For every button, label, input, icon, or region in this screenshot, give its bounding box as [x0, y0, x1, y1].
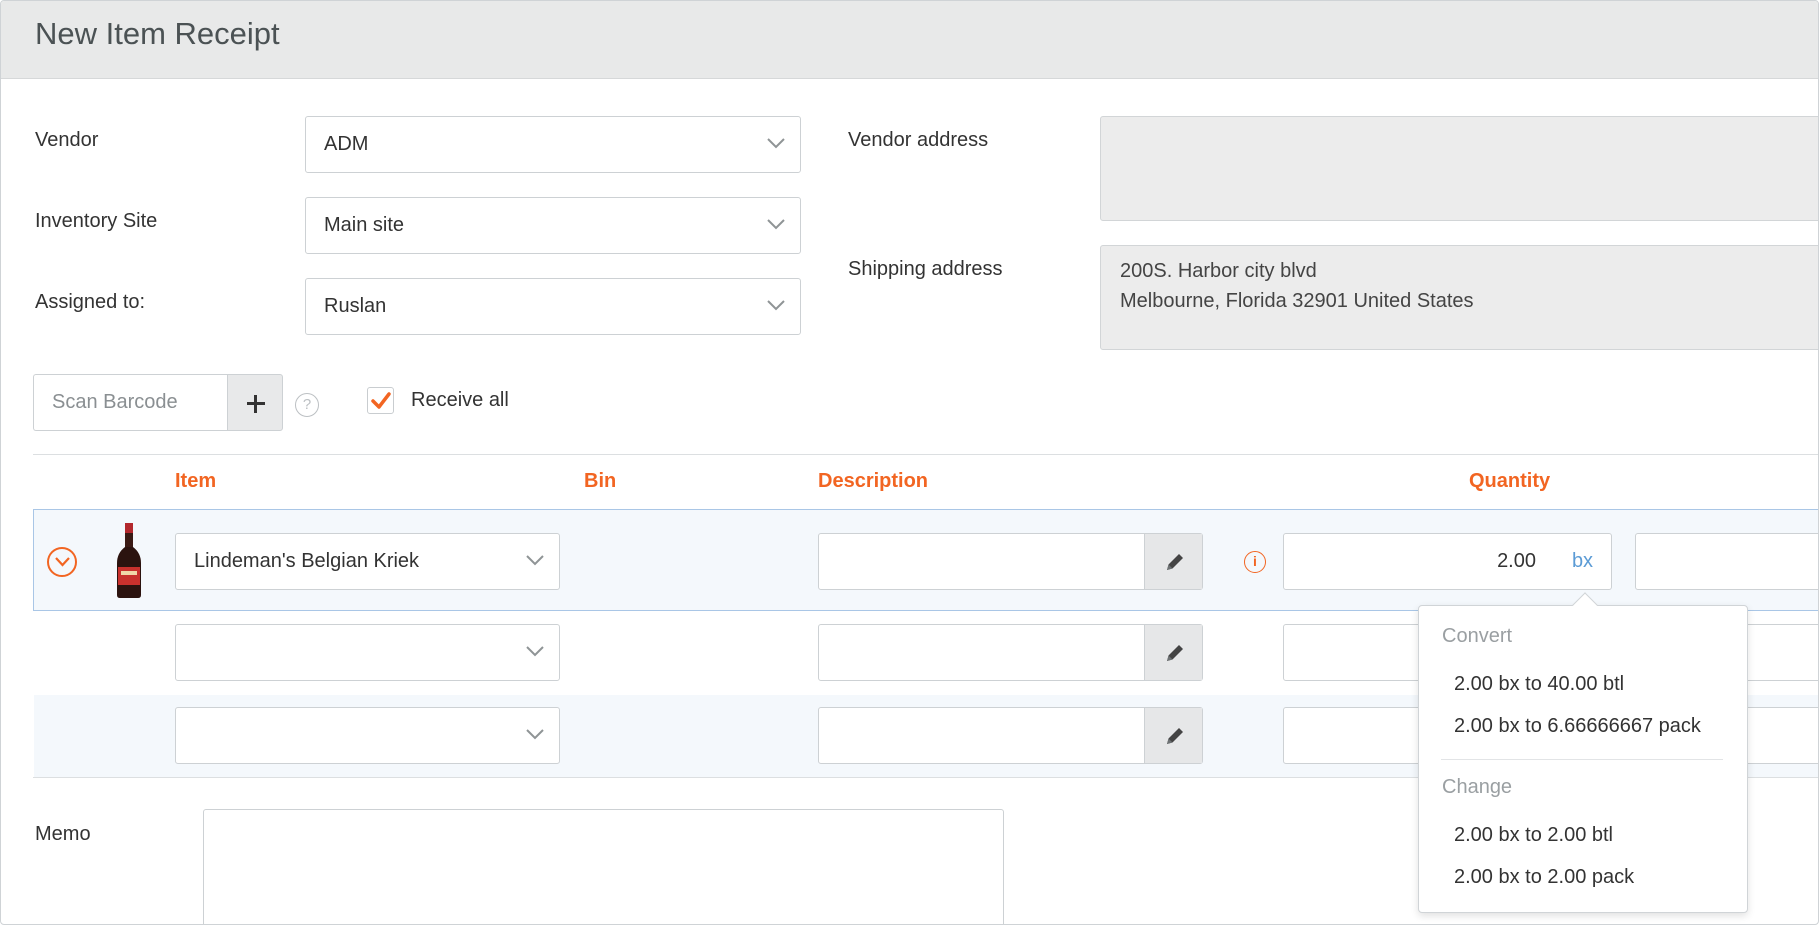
receive-all-checkbox[interactable]: [367, 387, 394, 414]
popover-divider: [1441, 759, 1723, 760]
assigned-to-label: Assigned to:: [35, 291, 146, 313]
edit-description-button[interactable]: [1144, 708, 1202, 763]
column-header-quantity: Quantity: [1469, 470, 1551, 492]
chevron-down-icon: [526, 555, 544, 566]
change-section-title: Change: [1442, 776, 1513, 798]
inventory-site-select[interactable]: Main site: [305, 197, 801, 254]
vendor-address-label: Vendor address: [848, 129, 989, 151]
help-icon[interactable]: ?: [295, 393, 319, 417]
pencil-icon: [1167, 728, 1183, 744]
pencil-icon: [1167, 645, 1183, 661]
change-option-pack[interactable]: 2.00 bx to 2.00 pack: [1454, 866, 1634, 889]
convert-section-title: Convert: [1442, 625, 1513, 647]
unit-button[interactable]: bx: [1554, 533, 1612, 590]
scan-barcode-input[interactable]: [34, 375, 214, 430]
item-select-row-3[interactable]: [175, 707, 560, 764]
description-field[interactable]: [818, 533, 1203, 590]
item-receipt-panel: New Item Receipt Vendor ADM Inventory Si…: [0, 0, 1819, 925]
column-header-bin: Bin: [584, 470, 617, 492]
item-select[interactable]: Lindeman's Belgian Kriek: [175, 533, 560, 590]
unit-conversion-popover: Convert 2.00 bx to 40.00 btl 2.00 bx to …: [1418, 592, 1748, 913]
chevron-down-icon: [526, 646, 544, 657]
memo-textarea[interactable]: [203, 809, 1004, 924]
product-image: [117, 523, 141, 598]
chevron-down-icon: [767, 219, 785, 230]
quantity-value: 2.00: [1497, 550, 1536, 572]
add-barcode-button[interactable]: [227, 374, 283, 431]
shipping-address-label: Shipping address: [848, 258, 1003, 280]
info-icon[interactable]: i: [1244, 551, 1266, 573]
scan-barcode-field[interactable]: [33, 374, 228, 431]
page-title: New Item Receipt: [35, 16, 280, 51]
convert-option-pack[interactable]: 2.00 bx to 6.66666667 pack: [1454, 715, 1701, 738]
inventory-site-value: Main site: [324, 214, 405, 236]
convert-option-btl[interactable]: 2.00 bx to 40.00 btl: [1454, 673, 1624, 696]
pencil-icon: [1167, 554, 1183, 570]
vendor-value: ADM: [324, 133, 369, 155]
shipping-address-box: 200S. Harbor city blvd Melbourne, Florid…: [1100, 245, 1818, 350]
chevron-down-icon: [767, 138, 785, 149]
quantity-input[interactable]: 2.00: [1283, 533, 1555, 590]
vendor-select[interactable]: ADM: [305, 116, 801, 173]
shipping-address-line2: Melbourne, Florida 32901 United States: [1120, 290, 1474, 312]
shipping-address-line1: 200S. Harbor city blvd: [1120, 260, 1317, 282]
check-icon: [371, 392, 391, 409]
edit-description-button[interactable]: [1144, 625, 1202, 680]
expand-row-icon[interactable]: [47, 547, 77, 577]
table-top-divider: [33, 454, 1818, 455]
quantity-secondary-input[interactable]: [1635, 533, 1818, 590]
edit-description-button[interactable]: [1144, 534, 1202, 589]
item-select-row-2[interactable]: [175, 624, 560, 681]
receive-all-label: Receive all: [411, 389, 509, 411]
vendor-address-box: [1100, 116, 1818, 221]
assigned-to-select[interactable]: Ruslan: [305, 278, 801, 335]
item-value: Lindeman's Belgian Kriek: [194, 550, 420, 572]
chevron-down-icon: [526, 729, 544, 740]
column-header-item: Item: [175, 470, 217, 492]
inventory-site-label: Inventory Site: [35, 210, 158, 232]
column-header-description: Description: [818, 470, 929, 492]
description-field-row-3[interactable]: [818, 707, 1203, 764]
description-field-row-2[interactable]: [818, 624, 1203, 681]
change-option-btl[interactable]: 2.00 bx to 2.00 btl: [1454, 824, 1613, 847]
chevron-down-icon: [767, 300, 785, 311]
assigned-to-value: Ruslan: [324, 295, 387, 317]
vendor-label: Vendor: [35, 129, 99, 151]
page-header: New Item Receipt: [1, 1, 1818, 79]
memo-label: Memo: [35, 823, 91, 845]
